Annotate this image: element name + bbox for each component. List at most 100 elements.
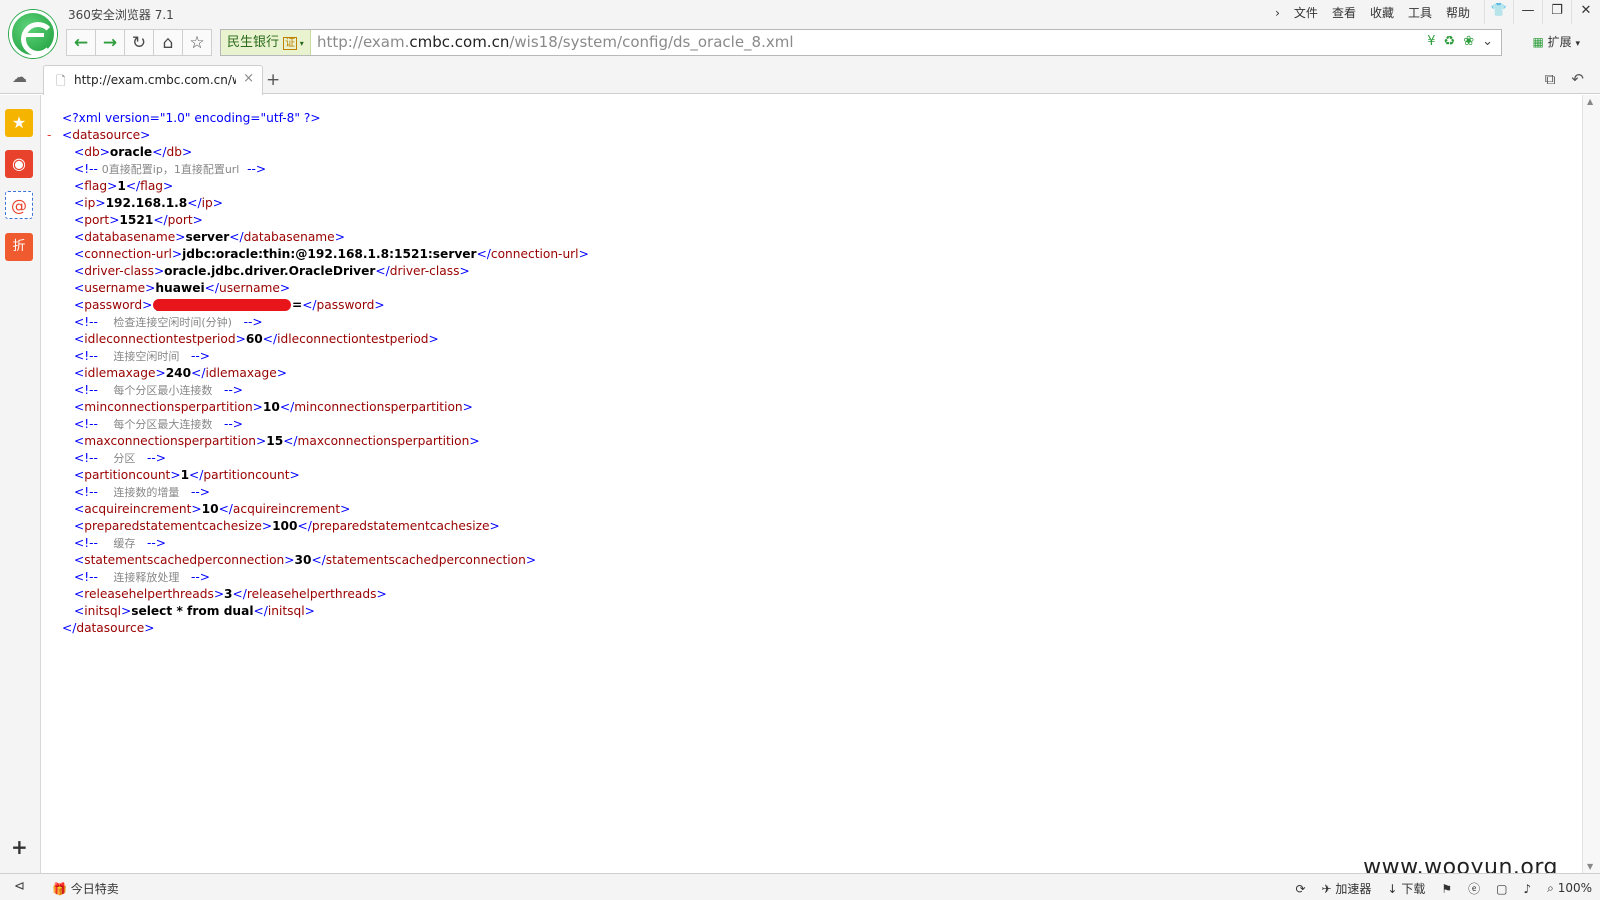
xml-driver-class: <driver-class>oracle.jdbc.driver.OracleD… (74, 264, 470, 278)
status-bar: ⊲ 🎁 今日特卖 ⟳ ✈ 加速器 ↓ 下载 ⚑ ⓔ ▢ ♪ ⌕ 100% (0, 873, 1600, 900)
tab-bar: ☁ 🗋 http://exam.cmbc.com.cn/wi: × + ⧉ ↶ (0, 58, 1600, 95)
extensions-button[interactable]: ▦ 扩展 ▾ (1532, 33, 1580, 50)
refresh-button[interactable]: ↻ (124, 29, 154, 56)
window-icon[interactable]: ▢ (1496, 882, 1507, 896)
recycle-icon[interactable]: ♻ (1444, 34, 1456, 49)
grid-icon: ▦ (1532, 35, 1544, 49)
xml-releasehelperthreads: <releasehelperthreads>3</releasehelperth… (74, 587, 387, 601)
add-sidebar-button[interactable]: + (11, 835, 28, 859)
flag-icon[interactable]: ⚑ (1441, 882, 1452, 896)
xml-root-open[interactable]: - <datasource> (47, 127, 589, 144)
dropdown-chevron-icon[interactable]: ⌄ (1482, 34, 1493, 49)
accelerator-button[interactable]: ✈ 加速器 (1322, 880, 1372, 897)
favorites-star-icon[interactable]: ★ (5, 109, 33, 137)
xml-comment: <!-- 0直接配置ip，1直接配置url --> (74, 162, 267, 176)
zoom-icon: ⌕ (1547, 881, 1554, 895)
menu-tools[interactable]: 工具 (1408, 4, 1432, 21)
chevron-down-icon: ▾ (1575, 39, 1580, 49)
xml-password: <password>{=</password> (74, 298, 385, 312)
tab-active[interactable]: 🗋 http://exam.cmbc.com.cn/wi: × (43, 65, 263, 95)
close-button[interactable]: ✕ (1571, 0, 1600, 24)
scroll-up-icon[interactable]: ▲ (1587, 97, 1593, 106)
collapse-toggle[interactable]: - (47, 127, 62, 144)
leaf-icon[interactable]: ❀ (1463, 34, 1474, 49)
url-text[interactable]: http://exam.cmbc.com.cn/wis18/system/con… (317, 30, 794, 55)
skin-icon[interactable]: 👕 (1484, 0, 1513, 24)
site-cert-badge[interactable]: 民生银行 证 ▾ (221, 30, 311, 55)
menu-favorites[interactable]: 收藏 (1370, 4, 1394, 21)
download-button[interactable]: ↓ 下载 (1387, 880, 1425, 897)
xml-maxconnectionsperpartition: <maxconnectionsperpartition>15</maxconne… (74, 434, 480, 448)
document-icon: 🗋 (56, 74, 66, 88)
scroll-down-icon[interactable]: ▼ (1587, 862, 1593, 871)
ie-icon[interactable]: ⓔ (1468, 880, 1480, 897)
xml-preparedstatementcachesize: <preparedstatementcachesize>100</prepare… (74, 519, 500, 533)
left-sidebar: ★ ◉ @ 折 + (0, 95, 41, 873)
url-path: /wis18/system/config/ds_oracle_8.xml (509, 33, 794, 51)
restore-tabs-icon[interactable]: ⧉ (1545, 70, 1556, 88)
forward-button[interactable]: → (95, 29, 125, 56)
tab-bar-actions: ⧉ ↶ (1545, 70, 1584, 88)
daily-deals-label: 今日特卖 (70, 882, 119, 896)
navigation-bar: ← → ↻ ⌂ ☆ 民生银行 证 ▾ http://exam.cmbc.com.… (0, 27, 1600, 58)
collapse-sidebar-icon[interactable]: ⊲ (14, 879, 25, 894)
nav-buttons: ← → ↻ ⌂ ☆ (66, 29, 212, 56)
xml-acquireincrement: <acquireincrement>10</acquireincrement> (74, 502, 351, 516)
mail-icon[interactable]: @ (5, 191, 33, 219)
xml-root-close: </datasource> (62, 621, 155, 635)
cloud-icon[interactable]: ☁ (12, 68, 27, 86)
xml-connection-url: <connection-url>jdbc:oracle:thin:@192.16… (74, 247, 589, 261)
xml-idlemaxage: <idlemaxage>240</idlemaxage> (74, 366, 287, 380)
vertical-scrollbar[interactable]: ▲ 50 ▼ (1582, 95, 1600, 873)
xml-comment: <!-- 连接数的增量 --> (74, 485, 211, 499)
xml-comment: <!-- 每个分区最大连接数 --> (74, 417, 244, 431)
menu-chevron-icon[interactable]: › (1275, 6, 1280, 20)
address-bar[interactable]: 民生银行 证 ▾ http://exam.cmbc.com.cn/wis18/s… (220, 29, 1502, 56)
speed-icon[interactable]: ⟳ (1295, 882, 1305, 896)
bank-label: 民生银行 (227, 35, 280, 50)
discount-icon[interactable]: 折 (5, 233, 33, 261)
undo-close-icon[interactable]: ↶ (1571, 70, 1584, 88)
xml-idleconnectiontestperiod: <idleconnectiontestperiod>60</idleconnec… (74, 332, 439, 346)
download-icon: ↓ (1387, 882, 1398, 896)
favorite-star-button[interactable]: ☆ (182, 29, 212, 56)
xml-comment: <!-- 每个分区最小连接数 --> (74, 383, 244, 397)
xml-db: <db>oracle</db> (74, 145, 193, 159)
password-redaction-mark (153, 299, 291, 311)
weibo-icon[interactable]: ◉ (5, 150, 33, 178)
tab-title: http://exam.cmbc.com.cn/wi: (74, 73, 236, 87)
daily-deals-link[interactable]: 🎁 今日特卖 (52, 880, 119, 897)
new-tab-button[interactable]: + (266, 70, 280, 90)
extensions-label: 扩展 (1547, 35, 1572, 49)
xml-declaration: <?xml version="1.0" encoding="utf-8" ?> (62, 111, 321, 125)
xml-comment: <!-- 缓存 --> (74, 536, 167, 550)
xml-comment: <!-- 分区 --> (74, 451, 167, 465)
title-bar: 360安全浏览器 7.1 › 文件 查看 收藏 工具 帮助 👕 — ❐ ✕ (0, 0, 1600, 27)
menu-view[interactable]: 查看 (1332, 4, 1356, 21)
xml-comment: <!-- 连接释放处理 --> (74, 570, 211, 584)
chevron-down-icon: ▾ (297, 39, 304, 48)
minimize-button[interactable]: — (1513, 0, 1542, 24)
browser-logo-icon[interactable] (9, 10, 57, 58)
url-domain: cmbc.com.cn (409, 33, 510, 51)
xml-port: <port>1521</port> (74, 213, 203, 227)
home-button[interactable]: ⌂ (153, 29, 183, 56)
zoom-control[interactable]: ⌕ 100% (1547, 881, 1592, 896)
yen-icon[interactable]: ¥ (1427, 34, 1435, 49)
xml-databasename: <databasename>server</databasename> (74, 230, 345, 244)
sound-icon[interactable]: ♪ (1523, 882, 1531, 896)
top-menu: › 文件 查看 收藏 工具 帮助 (1275, 4, 1470, 21)
rocket-icon: ✈ (1321, 882, 1332, 896)
xml-document: <?xml version="1.0" encoding="utf-8" ?> … (47, 110, 589, 637)
menu-file[interactable]: 文件 (1294, 4, 1318, 21)
tab-close-icon[interactable]: × (243, 71, 254, 86)
back-button[interactable]: ← (66, 29, 96, 56)
address-icons: ¥ ♻ ❀ ⌄ (1427, 34, 1493, 49)
xml-flag: <flag>1</flag> (74, 179, 174, 193)
xml-username: <username>huawei</username> (74, 281, 291, 295)
page-content: <?xml version="1.0" encoding="utf-8" ?> … (42, 95, 1582, 873)
xml-comment: <!-- 检查连接空闲时间(分钟) --> (74, 315, 263, 329)
gift-icon: 🎁 (52, 882, 67, 896)
menu-help[interactable]: 帮助 (1446, 4, 1470, 21)
maximize-button[interactable]: ❐ (1542, 0, 1571, 24)
